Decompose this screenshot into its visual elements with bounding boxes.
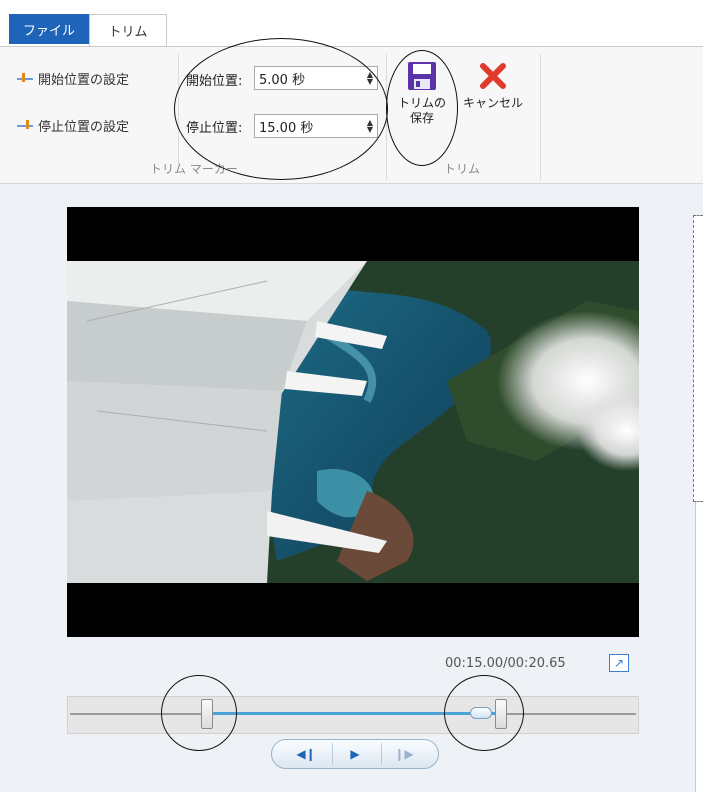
playback-controls: ◀❙ ▶ ❙▶ bbox=[271, 739, 439, 769]
set-end-label: 停止位置の設定 bbox=[38, 120, 130, 135]
previous-frame-icon[interactable]: ◀❙ bbox=[284, 743, 328, 765]
trim-slider[interactable] bbox=[67, 696, 639, 734]
video-frame-image bbox=[67, 261, 639, 583]
trim-group-label: トリム bbox=[444, 162, 481, 176]
marker-start-icon bbox=[16, 71, 34, 87]
annotation-oval bbox=[174, 38, 388, 180]
marker-end-icon bbox=[16, 118, 34, 134]
timecode: 00:15.00/00:20.65 bbox=[445, 656, 566, 671]
ribbon-divider bbox=[540, 54, 541, 180]
expand-arrow-icon[interactable]: ↗ bbox=[609, 654, 629, 672]
annotation-oval bbox=[161, 675, 237, 751]
cancel-label: キャンセル bbox=[462, 96, 523, 110]
tab-trim[interactable]: トリム bbox=[89, 14, 167, 46]
annotation-oval bbox=[386, 50, 458, 166]
red-x-icon bbox=[452, 60, 534, 92]
video-preview[interactable] bbox=[67, 207, 639, 637]
tab-file[interactable]: ファイル bbox=[9, 14, 89, 44]
set-start-label: 開始位置の設定 bbox=[38, 73, 130, 88]
set-start-button[interactable]: 開始位置の設定 bbox=[16, 69, 129, 88]
next-frame-icon[interactable]: ❙▶ bbox=[381, 743, 426, 765]
storyboard-placeholder bbox=[693, 215, 703, 502]
cancel-button[interactable]: キャンセル bbox=[452, 60, 534, 111]
annotation-oval bbox=[444, 675, 524, 751]
play-icon[interactable]: ▶ bbox=[332, 743, 377, 765]
set-end-button[interactable]: 停止位置の設定 bbox=[16, 116, 129, 135]
